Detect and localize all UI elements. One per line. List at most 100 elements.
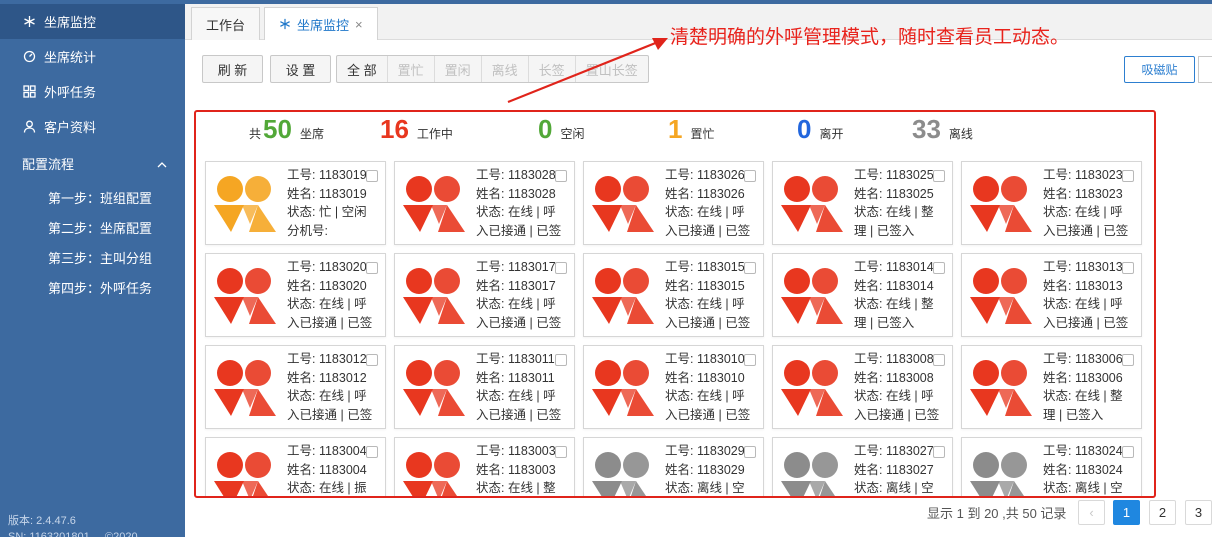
agent-name-text: 姓名: 1183023	[1043, 186, 1123, 201]
page-button-1[interactable]: 1	[1113, 500, 1140, 525]
agent-card[interactable]: 工号: 1183019 姓名: 1183019 状态: 忙 | 空闲 分机号:	[205, 161, 386, 245]
snowflake-icon	[22, 15, 36, 29]
agent-select-checkbox[interactable]	[1122, 446, 1134, 458]
agent-name-text: 姓名: 1183019	[287, 186, 367, 201]
agent-avatar-icon	[403, 452, 460, 496]
sidebar-subitem-step1[interactable]: 第一步：班组配置	[0, 182, 185, 212]
filter-all[interactable]: 全 部	[337, 56, 388, 82]
agent-card[interactable]: 工号: 1183026 姓名: 1183026 状态: 在线 | 呼入已接通 | 已…	[583, 161, 764, 245]
magnetic-paste-button[interactable]: 吸磁贴	[1124, 56, 1195, 83]
agent-select-checkbox[interactable]	[933, 170, 945, 182]
agent-name-text: 姓名: 1183008	[854, 370, 934, 385]
agent-card[interactable]: 工号: 1183003 姓名: 1183003 状态: 在线 | 整	[394, 437, 575, 496]
stat-number: 0	[538, 114, 553, 144]
toolbar-edge-button[interactable]	[1198, 56, 1212, 83]
sidebar-subitem-step4[interactable]: 第四步：外呼任务	[0, 272, 185, 302]
sidebar-item-agent-monitor[interactable]: 坐席监控	[0, 4, 185, 39]
agent-select-checkbox[interactable]	[1122, 170, 1134, 182]
pagination-summary: 显示 1 到 20 ,共 50 记录	[927, 506, 1067, 521]
sidebar-footer: 版本: 2.4.47.6 SN: 1163201801 ©2020	[8, 513, 138, 537]
agent-s1-text: 状态: 在线 | 呼	[476, 297, 556, 311]
agent-card[interactable]: 工号: 1183008 姓名: 1183008 状态: 在线 | 呼入已接通 | 已…	[772, 345, 953, 429]
stat-total: 共 50 坐席	[249, 114, 324, 145]
agent-select-checkbox[interactable]	[555, 446, 567, 458]
agent-card[interactable]: 工号: 1183010 姓名: 1183010 状态: 在线 | 呼入已接通 | 已…	[583, 345, 764, 429]
agent-s1-text: 状态: 离线 | 空	[854, 481, 934, 495]
agent-select-checkbox[interactable]	[366, 446, 378, 458]
sidebar-group-label: 配置流程	[22, 156, 75, 172]
agent-avatar-icon	[781, 452, 838, 496]
agent-card[interactable]: 工号: 1183025 姓名: 1183025 状态: 在线 | 整理 | 已签入	[772, 161, 953, 245]
agent-select-checkbox[interactable]	[933, 262, 945, 274]
agent-name-text: 姓名: 1183013	[1043, 278, 1123, 293]
agent-name-text: 姓名: 1183004	[287, 462, 367, 477]
refresh-button[interactable]: 刷 新	[202, 55, 263, 83]
agent-select-checkbox[interactable]	[1122, 262, 1134, 274]
agent-select-checkbox[interactable]	[744, 354, 756, 366]
sidebar-item-label: 客户资料	[44, 120, 97, 135]
agent-s2-text: 理 | 已签入	[854, 223, 915, 238]
agent-card[interactable]: 工号: 1183028 姓名: 1183028 状态: 在线 | 呼入已接通 | 已…	[394, 161, 575, 245]
agent-select-checkbox[interactable]	[744, 262, 756, 274]
agent-select-checkbox[interactable]	[1122, 354, 1134, 366]
settings-button[interactable]: 设 置	[270, 55, 331, 83]
page-button-3[interactable]: 3	[1185, 500, 1212, 525]
agent-avatar-icon	[970, 360, 1032, 416]
agent-select-checkbox[interactable]	[933, 354, 945, 366]
agent-s1-text: 状态: 在线 | 呼	[1043, 297, 1123, 311]
agent-select-checkbox[interactable]	[366, 170, 378, 182]
agent-select-checkbox[interactable]	[555, 170, 567, 182]
agent-card[interactable]: 工号: 1183012 姓名: 1183012 状态: 在线 | 呼入已接通 | 已…	[205, 345, 386, 429]
agent-s1-text: 状态: 在线 | 呼	[287, 389, 367, 403]
tab-workbench[interactable]: 工作台	[191, 7, 261, 40]
agent-card[interactable]: 工号: 1183029 姓名: 1183029 状态: 离线 | 空	[583, 437, 764, 496]
agent-avatar-icon	[970, 268, 1032, 324]
agent-s2-text: 入已接通 | 已签	[476, 407, 562, 422]
agent-select-checkbox[interactable]	[366, 262, 378, 274]
sidebar-subitem-step2[interactable]: 第二步：坐席配置	[0, 212, 185, 242]
agent-card[interactable]: 工号: 1183014 姓名: 1183014 状态: 在线 | 整理 | 已签入	[772, 253, 953, 337]
agent-avatar-icon	[592, 176, 654, 232]
agent-select-checkbox[interactable]	[933, 446, 945, 458]
agent-name-text: 姓名: 1183017	[476, 278, 556, 293]
agent-card[interactable]: 工号: 1183011 姓名: 1183011 状态: 在线 | 呼入已接通 | 已…	[394, 345, 575, 429]
stat-label: 工作中	[416, 127, 453, 141]
stat-label: 离开	[819, 127, 844, 141]
prev-page-button[interactable]: ‹	[1078, 500, 1105, 525]
agent-name-text: 姓名: 1183029	[665, 462, 745, 477]
close-icon[interactable]: ×	[355, 17, 363, 32]
agent-card[interactable]: 工号: 1183024 姓名: 1183024 状态: 离线 | 空	[961, 437, 1142, 496]
agent-card[interactable]: 工号: 1183017 姓名: 1183017 状态: 在线 | 呼入已接通 | 已…	[394, 253, 575, 337]
agent-s1-text: 状态: 在线 | 整	[854, 205, 934, 219]
sidebar-group-config-flow[interactable]: 配置流程	[0, 144, 185, 182]
grid-icon	[22, 85, 36, 99]
agent-card[interactable]: 工号: 1183027 姓名: 1183027 状态: 离线 | 空	[772, 437, 953, 496]
agent-avatar-icon	[970, 452, 1027, 496]
agent-s1-text: 状态: 在线 | 呼	[665, 205, 745, 219]
agent-card[interactable]: 工号: 1183015 姓名: 1183015 状态: 在线 | 呼入已接通 | 已…	[583, 253, 764, 337]
filter-idle[interactable]: 置闲	[435, 56, 482, 82]
agent-select-checkbox[interactable]	[555, 262, 567, 274]
agent-card[interactable]: 工号: 1183013 姓名: 1183013 状态: 在线 | 呼入已接通 | 已…	[961, 253, 1142, 337]
agent-avatar-icon	[214, 452, 271, 496]
agent-name-text: 姓名: 1183027	[854, 462, 934, 477]
agent-select-checkbox[interactable]	[744, 446, 756, 458]
agent-select-checkbox[interactable]	[744, 170, 756, 182]
sidebar-subitem-step3[interactable]: 第三步：主叫分组	[0, 242, 185, 272]
filter-busy[interactable]: 置忙	[388, 56, 435, 82]
tab-agent-monitor[interactable]: 坐席监控 ×	[264, 7, 378, 40]
agent-card[interactable]: 工号: 1183023 姓名: 1183023 状态: 在线 | 呼入已接通 | 已…	[961, 161, 1142, 245]
sidebar-item-customer-data[interactable]: 客户资料	[0, 109, 185, 144]
agent-select-checkbox[interactable]	[555, 354, 567, 366]
agent-card[interactable]: 工号: 1183004 姓名: 1183004 状态: 在线 | 振	[205, 437, 386, 496]
sidebar-item-outbound-tasks[interactable]: 外呼任务	[0, 74, 185, 109]
stat-prefix: 共	[249, 127, 262, 141]
sidebar-item-agent-stats[interactable]: 坐席统计	[0, 39, 185, 74]
agent-card[interactable]: 工号: 1183020 姓名: 1183020 状态: 在线 | 呼入已接通 | 已…	[205, 253, 386, 337]
sidebar-item-label: 坐席统计	[44, 50, 97, 65]
agent-name-text: 姓名: 1183025	[854, 186, 934, 201]
page-button-2[interactable]: 2	[1149, 500, 1176, 525]
agent-select-checkbox[interactable]	[366, 354, 378, 366]
agent-card[interactable]: 工号: 1183006 姓名: 1183006 状态: 在线 | 整理 | 已签入	[961, 345, 1142, 429]
agent-avatar-icon	[970, 176, 1032, 232]
